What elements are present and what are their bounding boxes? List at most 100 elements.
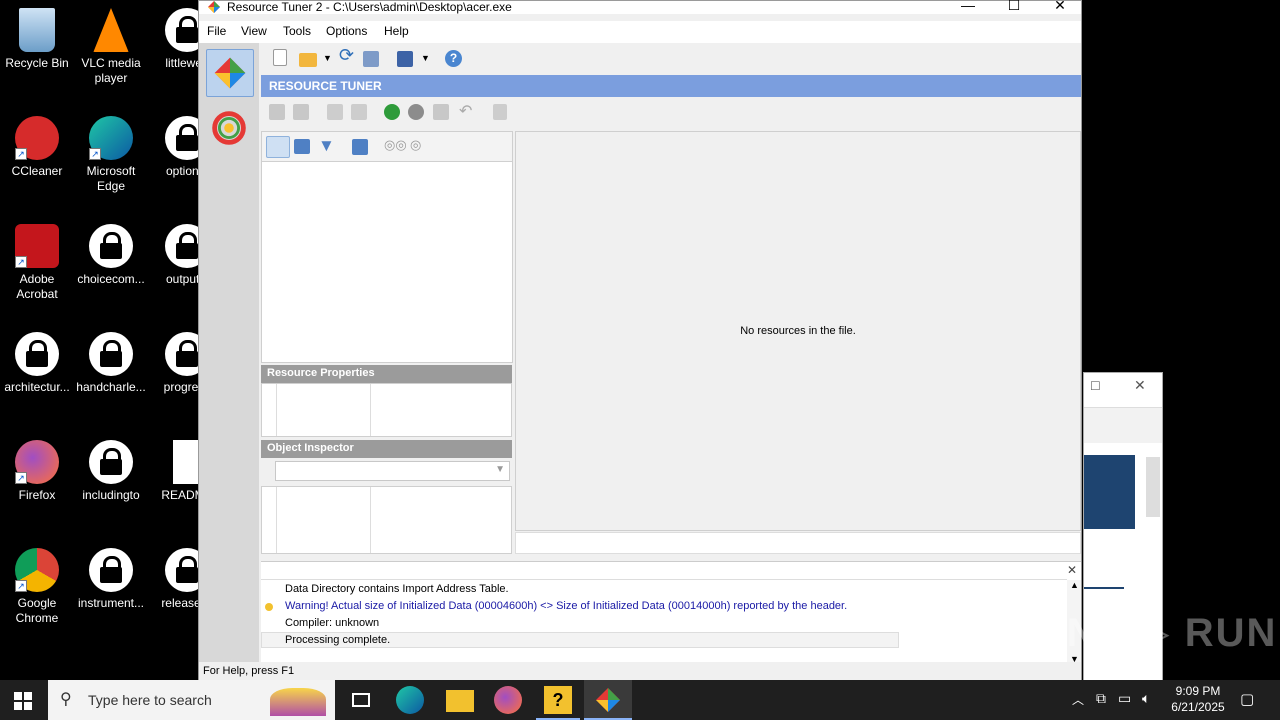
file-explorer-button[interactable]	[206, 105, 254, 153]
clock-time: 9:09 PM	[1175, 684, 1221, 698]
help-tool-icon: ?	[544, 686, 572, 714]
desktop-icon-label: Recycle Bin	[5, 56, 69, 70]
close-button[interactable]: ✕	[1037, 0, 1083, 15]
log-close-button[interactable]: ✕	[1067, 563, 1077, 577]
replace-icon[interactable]	[433, 104, 449, 120]
log-line: Data Directory contains Import Address T…	[285, 583, 509, 595]
maximize-icon[interactable]: ☐	[1090, 379, 1101, 393]
background-window-band	[1084, 407, 1162, 443]
maximize-button[interactable]: ☐	[991, 0, 1037, 15]
chevron-down-icon[interactable]: ▼	[495, 464, 505, 475]
resource-view-area[interactable]: No resources in the file.	[515, 131, 1081, 531]
lock-icon	[89, 440, 133, 484]
menu-tools[interactable]: Tools	[283, 24, 311, 38]
warning-icon	[265, 603, 273, 611]
clock-date: 6/21/2025	[1171, 700, 1225, 714]
scrollbar[interactable]	[1146, 457, 1160, 517]
object-inspector-grid[interactable]	[261, 486, 512, 554]
menu-file[interactable]: File	[207, 24, 226, 38]
desktop-icon-includingto[interactable]: includingto	[74, 440, 148, 503]
menu-help[interactable]: Help	[384, 24, 409, 38]
properties-icon[interactable]	[493, 104, 507, 120]
sort-icon[interactable]	[352, 139, 368, 155]
background-window-banner	[1084, 455, 1135, 529]
resource-properties-grid[interactable]	[261, 383, 512, 437]
undo-icon[interactable]: ↶	[459, 101, 479, 121]
desktop-icon-label: Firefox	[18, 488, 56, 502]
shortcut-arrow-icon: ↗	[15, 256, 27, 268]
search-box[interactable]: ⚲ Type here to search	[48, 680, 335, 720]
refresh-icon[interactable]: ⟳	[339, 45, 359, 65]
resource-editor-button[interactable]	[206, 49, 254, 97]
clock[interactable]: 9:09 PM 6/21/2025	[1160, 683, 1236, 715]
desktop-icon-handcharle[interactable]: handcharle...	[74, 332, 148, 395]
title-bar[interactable]: Resource Tuner 2 - C:\Users\admin\Deskto…	[199, 0, 1083, 15]
taskbar-app-resource-tuner[interactable]	[584, 680, 632, 720]
chrome-icon: ↗	[15, 548, 59, 592]
desktop-icon-label: instrument...	[77, 596, 145, 610]
edge-icon: ↗	[89, 116, 133, 160]
object-selector-dropdown[interactable]: ▼	[275, 461, 510, 481]
desktop-icon-choicecom[interactable]: choicecom...	[74, 224, 148, 287]
move-down-icon[interactable]	[269, 104, 285, 120]
log-panel[interactable]: ✕ Data Directory contains Import Address…	[261, 561, 1081, 664]
image-view-icon[interactable]	[294, 139, 310, 154]
add-icon[interactable]	[384, 104, 400, 120]
edge-taskbar-icon[interactable]	[396, 686, 424, 714]
desktop-icon-vlc[interactable]: VLC media player	[74, 8, 148, 86]
notification-icon[interactable]: ▢	[1240, 690, 1254, 708]
file-explorer-icon[interactable]	[446, 690, 474, 712]
minimize-button[interactable]: —	[945, 0, 991, 15]
grid-divider	[370, 384, 371, 436]
move-up-icon[interactable]	[293, 104, 309, 120]
log-line: Compiler: unknown	[285, 617, 380, 629]
lock-icon	[89, 332, 133, 376]
grid-divider	[276, 384, 277, 436]
new-file-button[interactable]	[273, 49, 287, 66]
close-icon[interactable]: ✕	[1134, 377, 1146, 394]
close-file-icon[interactable]	[363, 51, 379, 67]
taskbar-app-help[interactable]: ?	[536, 680, 580, 720]
network-icon[interactable]: ▭	[1118, 690, 1131, 707]
log-line: Processing complete.	[285, 634, 391, 646]
desktop-icon-microsoft-edge[interactable]: ↗ Microsoft Edge	[74, 116, 148, 194]
filter-icon[interactable]: ▼	[318, 136, 338, 156]
window-title: Resource Tuner 2 - C:\Users\admin\Deskto…	[227, 0, 512, 14]
desktop-icon-adobe-acrobat[interactable]: ↗ Adobe Acrobat	[0, 224, 74, 302]
open-folder-button[interactable]	[299, 53, 317, 67]
paste-icon[interactable]	[351, 104, 367, 120]
document-icon	[173, 440, 201, 484]
search-highlight-image	[270, 688, 326, 716]
object-inspector-header: Object Inspector	[261, 440, 512, 458]
chevron-down-icon[interactable]: ▼	[421, 53, 441, 73]
panel-header: RESOURCE TUNER	[261, 75, 1081, 97]
desktop-icon-instrument[interactable]: instrument...	[74, 548, 148, 611]
desktop-icon-recycle-bin[interactable]: Recycle Bin	[0, 8, 74, 71]
copy-icon[interactable]	[327, 104, 343, 120]
windows-start-icon[interactable]	[14, 692, 32, 710]
desktop-icon-ccleaner[interactable]: ↗ CCleaner	[0, 116, 74, 179]
search-placeholder: Type here to search	[88, 692, 212, 708]
find-next-icon[interactable]: ◎	[410, 137, 430, 157]
chevron-up-icon[interactable]: ︿	[1072, 691, 1084, 708]
menu-view[interactable]: View	[241, 24, 267, 38]
binoculars-icon[interactable]: ◎◎	[384, 137, 407, 157]
desktop-icon-firefox[interactable]: ↗ Firefox	[0, 440, 74, 503]
delete-icon[interactable]	[408, 104, 424, 120]
desktop-icon-architectur[interactable]: architectur...	[0, 332, 74, 395]
save-icon[interactable]	[397, 51, 413, 67]
device-icon[interactable]: ⧉	[1096, 690, 1106, 707]
desktop-icon-google-chrome[interactable]: ↗ Google Chrome	[0, 548, 74, 626]
menu-options[interactable]: Options	[326, 24, 367, 38]
volume-icon[interactable]: 🔈︎	[1142, 690, 1150, 707]
shortcut-arrow-icon: ↗	[89, 148, 101, 160]
tree-view-icon[interactable]	[266, 136, 290, 158]
scroll-up-icon[interactable]: ▲	[1070, 580, 1079, 590]
desktop-icon-label: VLC media player	[81, 56, 141, 85]
resource-tree-panel[interactable]: ▼ ◎◎ ◎	[261, 131, 513, 363]
taskbar: ⚲ Type here to search ? ︿ ⧉ ▭ 🔈︎ 9:09 PM…	[0, 680, 1280, 720]
lock-icon	[89, 548, 133, 592]
task-view-icon[interactable]	[348, 686, 376, 714]
help-icon[interactable]: ?	[445, 50, 462, 67]
firefox-taskbar-icon[interactable]	[494, 686, 522, 714]
